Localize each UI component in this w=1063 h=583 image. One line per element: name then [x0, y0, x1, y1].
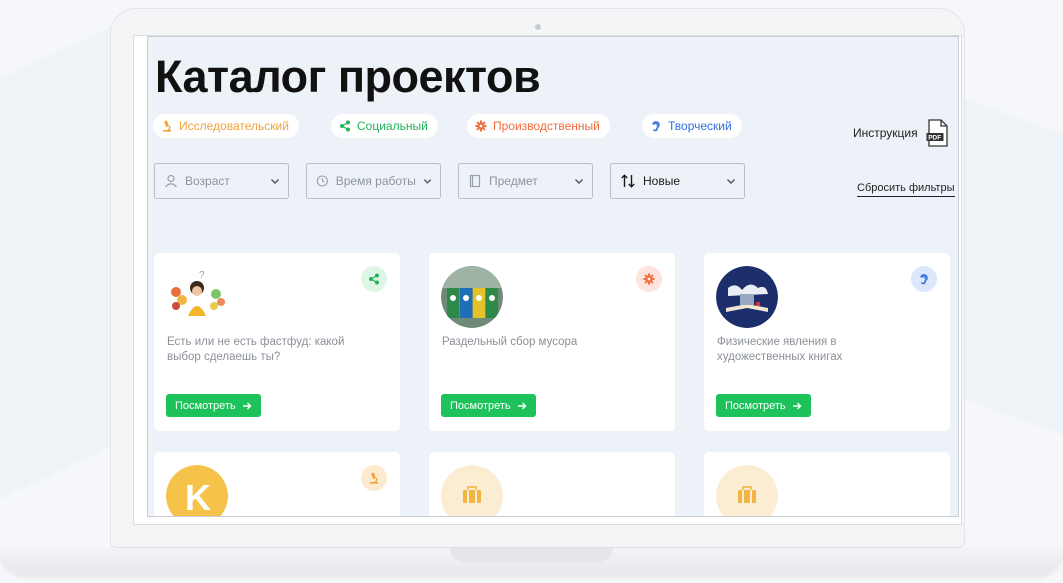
card-title: Физические явления в художественных книг…: [717, 336, 843, 363]
laptop-notch: [450, 548, 613, 562]
gear-icon: [643, 273, 655, 285]
sort-select[interactable]: Новые: [610, 163, 745, 199]
chip-social-label: Социальный: [357, 119, 428, 133]
view-button[interactable]: Посмотреть: [716, 394, 811, 417]
age-filter-label: Возраст: [185, 174, 230, 188]
chip-research-label: Исследовательский: [179, 119, 289, 133]
age-filter[interactable]: Возраст: [154, 163, 289, 199]
card-type-badge: [911, 266, 937, 292]
svg-text:?: ?: [199, 270, 205, 281]
user-icon: [165, 174, 177, 188]
chevron-down-icon: [575, 179, 583, 184]
card-type-badge: [636, 266, 662, 292]
share-icon: [369, 273, 379, 285]
sort-select-label: Новые: [643, 174, 681, 188]
project-card[interactable]: [704, 452, 950, 516]
view-button-label: Посмотреть: [450, 399, 511, 412]
arrow-right-icon: [242, 402, 252, 409]
laptop-camera: [535, 24, 541, 30]
project-card[interactable]: Физические явления в художественных книг…: [704, 253, 950, 431]
ear-icon: [920, 274, 928, 285]
time-filter[interactable]: Время работы: [306, 163, 441, 199]
briefcase-placeholder: [716, 465, 778, 516]
reset-filters-link[interactable]: Сбросить фильтры: [857, 182, 955, 197]
briefcase-placeholder: [441, 465, 503, 516]
view-button[interactable]: Посмотреть: [166, 394, 261, 417]
pdf-file-icon-text: PDF: [928, 135, 941, 142]
project-card[interactable]: K: [154, 452, 400, 517]
pdf-file-icon: PDF: [926, 119, 948, 147]
chevron-down-icon: [271, 179, 279, 184]
open-book-thumbnail: [716, 266, 778, 328]
view-button[interactable]: Посмотреть: [441, 394, 536, 417]
chip-creative[interactable]: Творческий: [642, 114, 742, 138]
card-title: Раздельный сбор мусора: [442, 336, 578, 348]
sort-icon: [621, 174, 635, 188]
instruction-label: Инструкция: [853, 126, 918, 140]
chip-creative-label: Творческий: [668, 119, 732, 133]
chip-production[interactable]: Производственный: [467, 114, 610, 138]
share-icon: [340, 120, 350, 132]
gear-icon: [475, 120, 487, 132]
microscope-icon: [370, 472, 378, 484]
card-title: Есть или не есть фастфуд: какой выбор сд…: [167, 336, 345, 363]
arrow-right-icon: [792, 402, 802, 409]
project-card[interactable]: Раздельный сбор мусора Посмотреть: [429, 253, 675, 431]
thumb-letter: K: [185, 477, 211, 517]
chevron-down-icon: [727, 179, 735, 184]
chip-social[interactable]: Социальный: [331, 114, 438, 138]
subject-filter-label: Предмет: [489, 174, 538, 188]
page-title: Каталог проектов: [155, 51, 541, 102]
time-filter-label: Время работы: [335, 174, 416, 188]
project-card[interactable]: [429, 452, 675, 516]
view-button-label: Посмотреть: [175, 399, 236, 412]
instruction-link[interactable]: Инструкция PDF: [853, 119, 950, 147]
recycling-bins-thumbnail: [441, 266, 503, 328]
chip-research[interactable]: Исследовательский: [153, 114, 299, 138]
clock-icon: [316, 175, 328, 187]
microscope-icon: [163, 120, 171, 132]
letter-k-thumbnail: K: [166, 465, 228, 517]
view-button-label: Посмотреть: [725, 399, 786, 412]
subject-filter[interactable]: Предмет: [458, 163, 593, 199]
card-type-badge: [361, 266, 387, 292]
project-card[interactable]: ? Есть или не есть фастфуд: какой выбор …: [154, 253, 400, 431]
chip-production-label: Производственный: [493, 119, 600, 133]
book-icon: [469, 174, 481, 188]
fastfood-thumbnail: ?: [166, 266, 228, 328]
screen: Каталог проектов Исследовательский Социа…: [147, 36, 959, 517]
ear-icon: [652, 121, 660, 132]
card-type-badge: [361, 465, 387, 491]
chevron-down-icon: [423, 179, 432, 184]
arrow-right-icon: [517, 402, 527, 409]
